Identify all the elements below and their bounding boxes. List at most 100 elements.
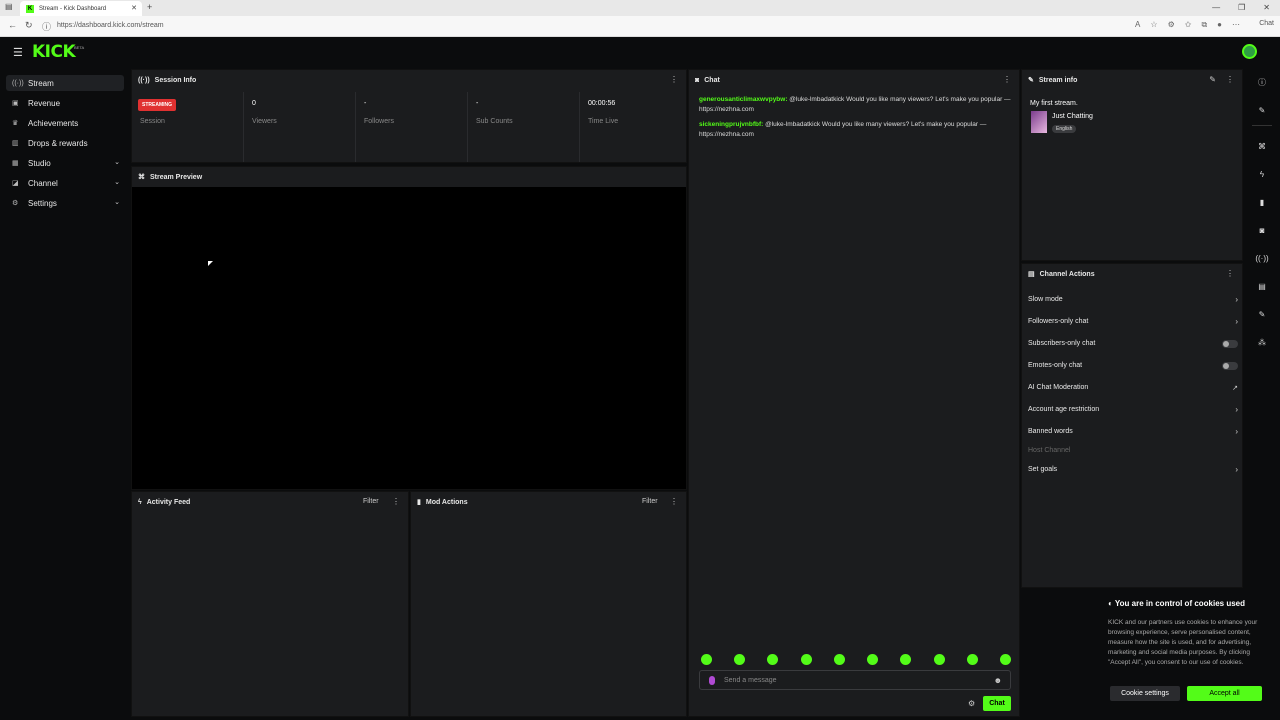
panel-title: Session Info <box>154 76 197 84</box>
emoji-icon[interactable]: ☻ <box>994 676 1002 685</box>
info-icon[interactable]: ⓘ <box>1254 74 1270 90</box>
stat-label: Viewers <box>252 118 277 125</box>
sidebar-item-achievements[interactable]: ♛ Achievements <box>6 115 124 131</box>
favorites-icon[interactable]: ✩ <box>1185 20 1192 30</box>
emote-icon[interactable] <box>701 654 712 665</box>
panel-title: Stream info <box>1038 76 1078 84</box>
action-label: AI Chat Moderation <box>1028 384 1089 391</box>
wrench-icon[interactable]: ✎ <box>1254 306 1270 322</box>
layout-icon[interactable]: ▤ <box>1254 278 1270 294</box>
filter-button[interactable]: Filter <box>642 498 658 505</box>
rail-divider <box>1252 125 1272 126</box>
subscribers-only-toggle[interactable] <box>1222 340 1238 348</box>
browser-tab[interactable]: K Stream - Kick Dashboard ✕ <box>20 1 142 16</box>
tab-title: Stream - Kick Dashboard <box>39 5 107 12</box>
maximize-icon[interactable]: ❐ <box>1238 3 1245 12</box>
chevron-right-icon: › <box>1235 465 1238 474</box>
profile-icon[interactable]: ● <box>1217 20 1222 30</box>
minimize-icon[interactable]: — <box>1212 3 1220 12</box>
banned-words-item[interactable]: Banned words › <box>1028 426 1238 438</box>
category-thumbnail <box>1031 111 1047 133</box>
lightning-icon[interactable]: ϟ <box>1254 166 1270 182</box>
read-aloud-icon[interactable]: A <box>1135 20 1140 30</box>
close-tab-icon[interactable]: ✕ <box>131 4 137 12</box>
more-options-icon[interactable]: ⋮ <box>1226 75 1234 84</box>
shield-icon[interactable]: ▮ <box>1254 194 1270 210</box>
preview-icon[interactable]: ⌘ <box>1254 138 1270 154</box>
emote-icon[interactable] <box>767 654 779 665</box>
channel-actions-panel: ▤ Channel Actions ⋮ Slow mode › Follower… <box>1021 263 1243 588</box>
more-options-icon[interactable]: ⋮ <box>670 75 678 84</box>
mic-icon[interactable] <box>709 676 715 685</box>
reload-icon[interactable]: ↻ <box>25 20 33 31</box>
emote-icon[interactable] <box>900 654 912 665</box>
sidebar-item-stream[interactable]: ((·)) Stream <box>6 75 124 91</box>
emote-icon[interactable] <box>833 654 845 665</box>
chat-username[interactable]: sickeningprujvnbfbf: <box>699 121 763 128</box>
lightning-icon: ϟ <box>138 498 142 506</box>
close-window-icon[interactable]: ✕ <box>1263 3 1270 12</box>
emote-icon[interactable] <box>734 654 746 665</box>
url-input[interactable]: https://dashboard.kick.com/stream <box>57 22 164 29</box>
site-info-icon[interactable]: ⓘ <box>42 20 51 33</box>
emote-icon[interactable] <box>999 654 1011 665</box>
stat-followers: - Followers <box>356 92 468 162</box>
stream-video[interactable] <box>132 187 686 489</box>
ai-moderation-item[interactable]: AI Chat Moderation ↗ <box>1028 382 1238 394</box>
stat-value: 00:00:56 <box>588 100 616 107</box>
more-icon[interactable]: ⋯ <box>1232 20 1240 30</box>
external-link-icon: ↗ <box>1232 385 1238 392</box>
tab-actions-icon[interactable]: ▤ <box>5 2 13 11</box>
cookie-icon: ◐ <box>1108 599 1115 608</box>
sidebar-item-channel[interactable]: ◪ Channel ⌄ <box>6 175 124 191</box>
chat-input[interactable]: Send a message ☻ <box>699 670 1011 690</box>
more-options-icon[interactable]: ⋮ <box>670 497 678 506</box>
accept-all-button[interactable]: Accept all <box>1187 686 1262 701</box>
menu-icon[interactable]: ☰ <box>13 46 23 59</box>
send-chat-button[interactable]: Chat <box>983 696 1011 711</box>
emote-icon[interactable] <box>933 654 945 665</box>
emote-icon[interactable] <box>966 654 978 665</box>
edit-icon[interactable]: ✎ <box>1209 75 1216 84</box>
more-options-icon[interactable]: ⋮ <box>392 497 400 506</box>
chat-username[interactable]: generousanticlimaxwvpybw: <box>699 96 788 103</box>
broadcast-icon[interactable]: ((·)) <box>1254 250 1270 266</box>
avatar[interactable] <box>1242 44 1257 59</box>
more-options-icon[interactable]: ⋮ <box>1003 75 1011 84</box>
panel-title: Channel Actions <box>1039 270 1095 278</box>
favorite-icon[interactable]: ☆ <box>1150 20 1157 30</box>
sidebar-item-studio[interactable]: ▦ Studio ⌄ <box>6 155 124 171</box>
followers-only-item[interactable]: Followers-only chat › <box>1028 316 1238 328</box>
slow-mode-item[interactable]: Slow mode › <box>1028 294 1238 306</box>
chat-icon[interactable]: ◙ <box>1254 222 1270 238</box>
extensions-icon[interactable]: ⚙ <box>1168 20 1175 30</box>
emote-bar <box>701 654 1011 665</box>
host-channel-item: Host Channel <box>1028 445 1238 457</box>
shield-icon: ▮ <box>417 499 421 506</box>
more-options-icon[interactable]: ⋮ <box>1226 269 1234 278</box>
new-tab-icon[interactable]: + <box>147 2 152 12</box>
emote-icon[interactable] <box>867 654 879 665</box>
emotes-only-toggle[interactable] <box>1222 362 1238 370</box>
activity-feed-panel: ϟ Activity Feed Filter ⋮ <box>131 491 409 717</box>
chat-settings-icon[interactable]: ⚙ <box>968 699 975 708</box>
copilot-button[interactable]: Chat <box>1259 20 1274 27</box>
pencil-icon[interactable]: ✎ <box>1254 102 1270 118</box>
add-widget-icon[interactable]: ⁂ <box>1254 334 1270 350</box>
sidebar-item-drops[interactable]: ▥ Drops & rewards <box>6 135 124 151</box>
collections-icon[interactable]: ⧉ <box>1201 20 1207 30</box>
broadcast-icon: ((·)) <box>138 76 150 84</box>
chevron-down-icon: ⌄ <box>114 159 120 166</box>
cookie-settings-button[interactable]: Cookie settings <box>1110 686 1180 701</box>
sidebar-item-revenue[interactable]: ▣ Revenue <box>6 95 124 111</box>
set-goals-item[interactable]: Set goals › <box>1028 464 1238 476</box>
kick-logo[interactable]: KICK <box>32 42 76 62</box>
emote-icon[interactable] <box>800 654 812 665</box>
back-icon[interactable]: ← <box>8 20 17 30</box>
account-age-item[interactable]: Account age restriction › <box>1028 404 1238 416</box>
sidebar-item-settings[interactable]: ⚙ Settings ⌄ <box>6 195 124 211</box>
gift-icon: ▥ <box>12 140 19 147</box>
stat-time-live: 00:00:56 Time Live <box>580 92 692 162</box>
action-label: Banned words <box>1028 428 1073 435</box>
filter-button[interactable]: Filter <box>363 498 379 505</box>
